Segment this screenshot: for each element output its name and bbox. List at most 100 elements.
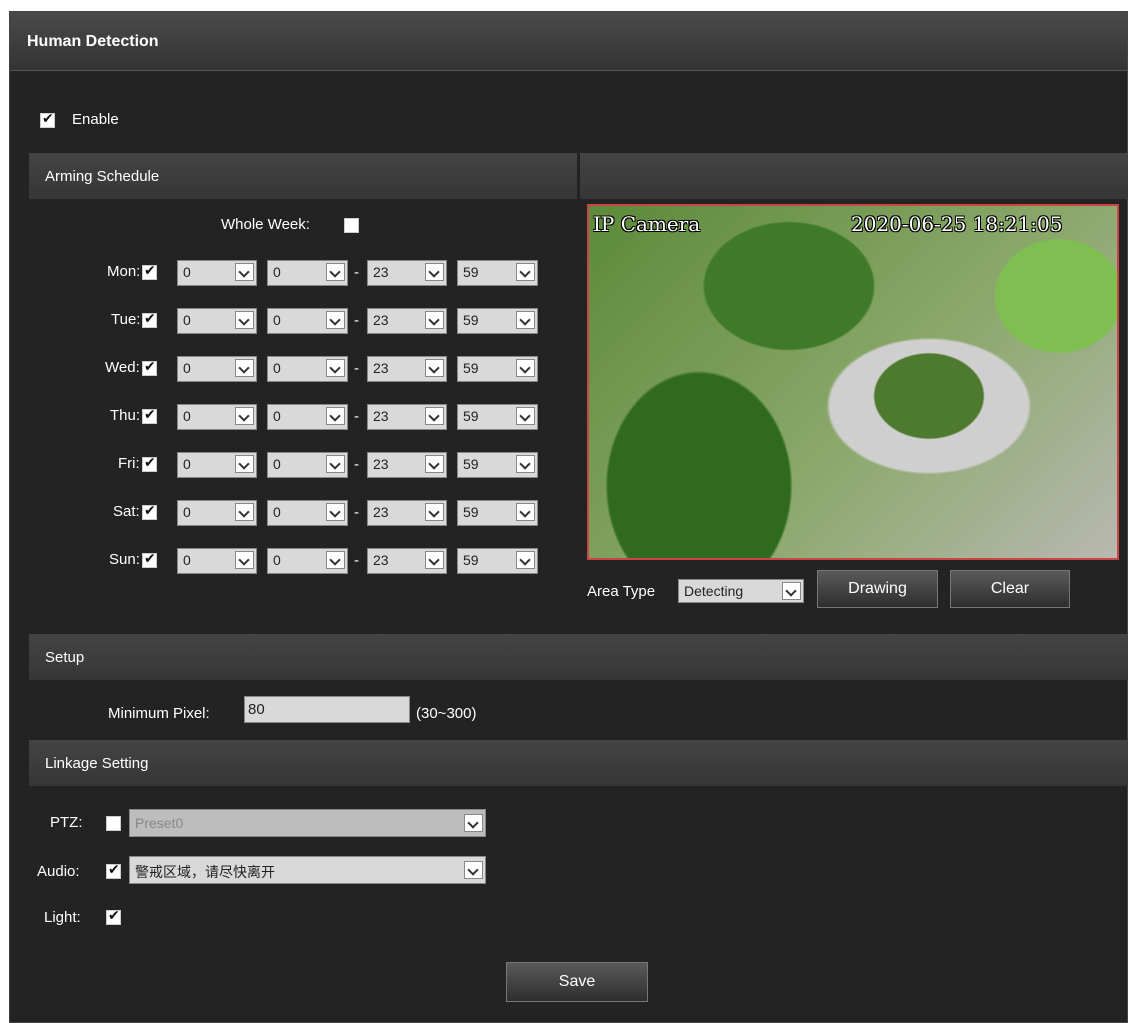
light-checkbox[interactable] — [106, 908, 121, 925]
select-value: 23 — [373, 552, 389, 568]
chevron-down-icon — [516, 359, 535, 377]
schedule-day-label: Fri: — [118, 455, 140, 472]
enable-label: Enable — [72, 111, 119, 128]
drawing-button[interactable]: Drawing — [817, 570, 938, 608]
end-hour-select[interactable]: 23 — [367, 260, 447, 286]
end-minute-select[interactable]: 59 — [457, 404, 538, 430]
ptz-checkbox[interactable] — [106, 816, 121, 831]
select-value: 59 — [463, 360, 479, 376]
end-minute-select[interactable]: 59 — [457, 548, 538, 574]
chevron-down-icon — [235, 311, 254, 329]
end-hour-select[interactable]: 23 — [367, 356, 447, 382]
ptz-label: PTZ: — [50, 814, 83, 831]
end-hour-select[interactable]: 23 — [367, 308, 447, 334]
chevron-down-icon — [782, 582, 801, 600]
title-bar: Human Detection — [10, 12, 1127, 71]
start-minute-select[interactable]: 0 — [267, 548, 348, 574]
start-hour-select[interactable]: 0 — [177, 356, 257, 382]
time-range-dash: - — [354, 264, 359, 281]
schedule-day-checkbox[interactable] — [142, 503, 157, 520]
select-value: 0 — [273, 312, 281, 328]
time-range-dash: - — [354, 408, 359, 425]
select-value: 59 — [463, 552, 479, 568]
end-hour-select[interactable]: 23 — [367, 452, 447, 478]
chevron-down-icon — [326, 263, 345, 281]
start-hour-select[interactable]: 0 — [177, 500, 257, 526]
start-minute-select[interactable]: 0 — [267, 356, 348, 382]
start-minute-select[interactable]: 0 — [267, 308, 348, 334]
schedule-day-checkbox[interactable] — [142, 359, 157, 376]
chevron-down-icon — [425, 359, 444, 377]
ptz-preset-select[interactable]: Preset0 — [129, 809, 486, 837]
select-value: 0 — [273, 456, 281, 472]
schedule-day-checkbox[interactable] — [142, 407, 157, 424]
select-value: 0 — [273, 360, 281, 376]
audio-label: Audio: — [37, 863, 80, 880]
enable-checkbox[interactable] — [40, 111, 55, 128]
start-hour-select[interactable]: 0 — [177, 404, 257, 430]
chevron-down-icon — [235, 503, 254, 521]
select-value: 0 — [273, 408, 281, 424]
end-minute-select[interactable]: 59 — [457, 452, 538, 478]
end-hour-select[interactable]: 23 — [367, 404, 447, 430]
schedule-day-checkbox[interactable] — [142, 311, 157, 328]
schedule-day-label: Thu: — [110, 407, 141, 424]
chevron-down-icon — [516, 407, 535, 425]
select-value: 23 — [373, 504, 389, 520]
end-hour-select[interactable]: 23 — [367, 500, 447, 526]
schedule-day-label: Wed: — [105, 359, 140, 376]
start-hour-select[interactable]: 0 — [177, 260, 257, 286]
audio-checkbox[interactable] — [106, 862, 121, 879]
minimum-pixel-input[interactable]: 80 — [244, 696, 410, 723]
chevron-down-icon — [425, 551, 444, 569]
select-value: 0 — [273, 552, 281, 568]
select-value: 23 — [373, 456, 389, 472]
chevron-down-icon — [516, 455, 535, 473]
schedule-day-checkbox[interactable] — [142, 263, 157, 280]
schedule-day-checkbox[interactable] — [142, 551, 157, 568]
chevron-down-icon — [326, 455, 345, 473]
audio-value: 警戒区域，请尽快离开 — [135, 865, 275, 881]
end-minute-select[interactable]: 59 — [457, 308, 538, 334]
end-minute-select[interactable]: 59 — [457, 500, 538, 526]
chevron-down-icon — [425, 407, 444, 425]
end-minute-select[interactable]: 59 — [457, 356, 538, 382]
chevron-down-icon — [235, 551, 254, 569]
camera-scene — [589, 206, 1117, 558]
chevron-down-icon — [516, 263, 535, 281]
chevron-down-icon — [326, 503, 345, 521]
chevron-down-icon — [326, 359, 345, 377]
area-type-select[interactable]: Detecting — [678, 579, 804, 603]
end-minute-select[interactable]: 59 — [457, 260, 538, 286]
start-minute-select[interactable]: 0 — [267, 500, 348, 526]
chevron-down-icon — [516, 551, 535, 569]
minimum-pixel-value: 80 — [248, 701, 265, 718]
chevron-down-icon — [464, 861, 483, 879]
clear-button[interactable]: Clear — [950, 570, 1070, 608]
end-hour-select[interactable]: 23 — [367, 548, 447, 574]
minimum-pixel-range: (30~300) — [416, 705, 477, 722]
start-hour-select[interactable]: 0 — [177, 308, 257, 334]
light-label: Light: — [44, 909, 81, 926]
start-minute-select[interactable]: 0 — [267, 260, 348, 286]
chevron-down-icon — [425, 263, 444, 281]
start-hour-select[interactable]: 0 — [177, 452, 257, 478]
ptz-preset-value: Preset0 — [135, 815, 184, 831]
start-hour-select[interactable]: 0 — [177, 548, 257, 574]
chevron-down-icon — [326, 407, 345, 425]
whole-week-checkbox[interactable] — [344, 218, 359, 233]
select-value: 0 — [183, 456, 191, 472]
area-type-value: Detecting — [684, 583, 744, 599]
audio-select[interactable]: 警戒区域，请尽快离开 — [129, 856, 486, 884]
chevron-down-icon — [425, 503, 444, 521]
chevron-down-icon — [516, 503, 535, 521]
start-minute-select[interactable]: 0 — [267, 452, 348, 478]
camera-preview[interactable]: IP Camera 2020-06-25 18:21:05 — [587, 204, 1119, 560]
select-value: 23 — [373, 408, 389, 424]
schedule-day-checkbox[interactable] — [142, 455, 157, 472]
save-button[interactable]: Save — [506, 962, 648, 1002]
chevron-down-icon — [425, 455, 444, 473]
start-minute-select[interactable]: 0 — [267, 404, 348, 430]
schedule-day-label: Mon: — [107, 263, 141, 280]
time-range-dash: - — [354, 456, 359, 473]
